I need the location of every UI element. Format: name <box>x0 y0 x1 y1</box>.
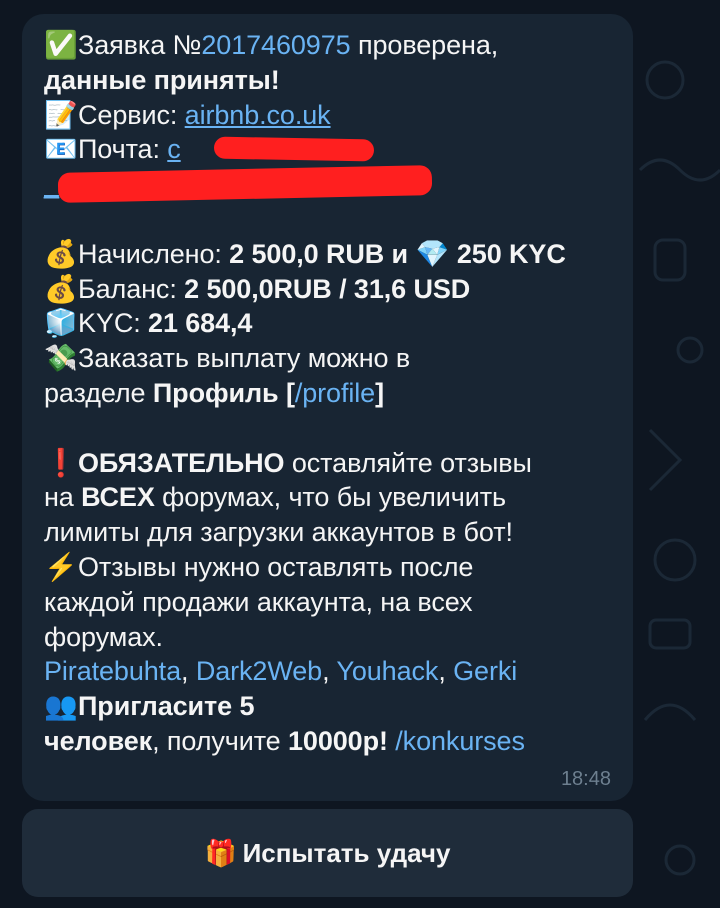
check-mark-icon: ✅ <box>44 30 78 60</box>
forum-link-gerki[interactable]: Gerki <box>453 656 517 686</box>
kyc-label: KYC: <box>78 308 149 339</box>
warning-text-line2-pre: на <box>44 482 82 513</box>
invite-people-text: человек <box>44 725 153 756</box>
exclamation-icon: ❗ <box>44 447 78 478</box>
ice-cube-icon: 🧊 <box>44 308 78 339</box>
reviews-text-line3: форумах. <box>44 621 163 652</box>
reviews-text-line2: каждой продажи аккаунта, на всех <box>44 586 473 617</box>
mail-label: Почта: <box>78 134 168 165</box>
payout-text: Заказать выплату можно в <box>78 343 411 374</box>
mail-link[interactable]: c <box>167 134 181 164</box>
forum-links: Piratebuhta, Dark2Web, Youhack, Gerki <box>44 654 615 689</box>
service-link[interactable]: airbnb.co.uk <box>185 100 331 130</box>
application-status: проверена, <box>350 30 499 60</box>
accrued-kyc-value: 250 KYC <box>449 238 566 269</box>
application-label: Заявка № <box>78 30 202 60</box>
invite-reward-amount: 10000р! <box>288 725 388 756</box>
balance-value: 2 500,0RUB / 31,6 USD <box>184 273 471 304</box>
money-bag-icon: 💰 <box>44 238 78 269</box>
mail-link-continued[interactable]: _ <box>44 169 59 199</box>
money-wings-icon: 💸 <box>44 343 78 374</box>
forum-separator: , <box>322 656 337 687</box>
forum-separator: , <box>181 656 196 687</box>
profile-command-link[interactable]: /profile <box>295 378 375 408</box>
message-bubble: ✅Заявка №2017460975 проверена, данные пр… <box>22 14 633 801</box>
forum-link-youhack[interactable]: Youhack <box>336 656 438 686</box>
forum-link-piratebuhta[interactable]: Piratebuhta <box>44 656 181 686</box>
invite-text: Пригласите 5 <box>78 691 255 722</box>
forum-link-dark2web[interactable]: Dark2Web <box>196 656 322 686</box>
warning-text-line3: лимиты для загрузки аккаунтов в бот! <box>44 517 513 548</box>
people-icon: 👥 <box>44 691 78 722</box>
invite-reward-text: , получите <box>152 725 288 756</box>
warning-text-line2-post: форумах, что бы увеличить <box>154 482 506 513</box>
envelope-icon: 📧 <box>44 134 78 165</box>
profile-bracket: ] <box>375 377 384 408</box>
konkurses-command-link[interactable]: /konkurses <box>395 726 525 756</box>
money-bag-icon: 💰 <box>44 273 78 304</box>
mandatory-text: ОБЯЗАТЕЛЬНО <box>78 447 285 478</box>
reviews-text: Отзывы нужно оставлять после <box>78 551 474 582</box>
kyc-value: 21 684,4 <box>148 308 253 339</box>
application-id-link[interactable]: 2017460975 <box>201 30 350 60</box>
all-forums-text: ВСЕХ <box>81 482 155 513</box>
lightning-icon: ⚡ <box>44 551 78 582</box>
warning-text: оставляйте отзывы <box>284 447 532 478</box>
accrued-value: 2 500,0 RUB и <box>229 238 416 269</box>
try-luck-button[interactable]: 🎁 Испытать удачу <box>22 809 633 897</box>
accrued-label: Начислено: <box>78 238 230 269</box>
payout-section-text: разделе <box>44 377 153 408</box>
diamond-icon: 💎 <box>415 238 449 269</box>
service-label: Сервис: <box>78 99 185 130</box>
gift-icon: 🎁 <box>204 837 237 868</box>
data-accepted-text: данные приняты! <box>44 64 280 95</box>
redaction-mark <box>57 165 433 204</box>
profile-section-name: Профиль [ <box>152 377 295 408</box>
balance-label: Баланс: <box>78 273 185 304</box>
memo-icon: 📝 <box>44 99 78 130</box>
redaction-mark <box>213 136 375 162</box>
message-timestamp: 18:48 <box>560 768 611 790</box>
try-luck-label: Испытать удачу <box>242 837 451 868</box>
forum-separator: , <box>438 656 454 687</box>
message-text: ✅Заявка №2017460975 проверена, данные пр… <box>44 28 615 759</box>
